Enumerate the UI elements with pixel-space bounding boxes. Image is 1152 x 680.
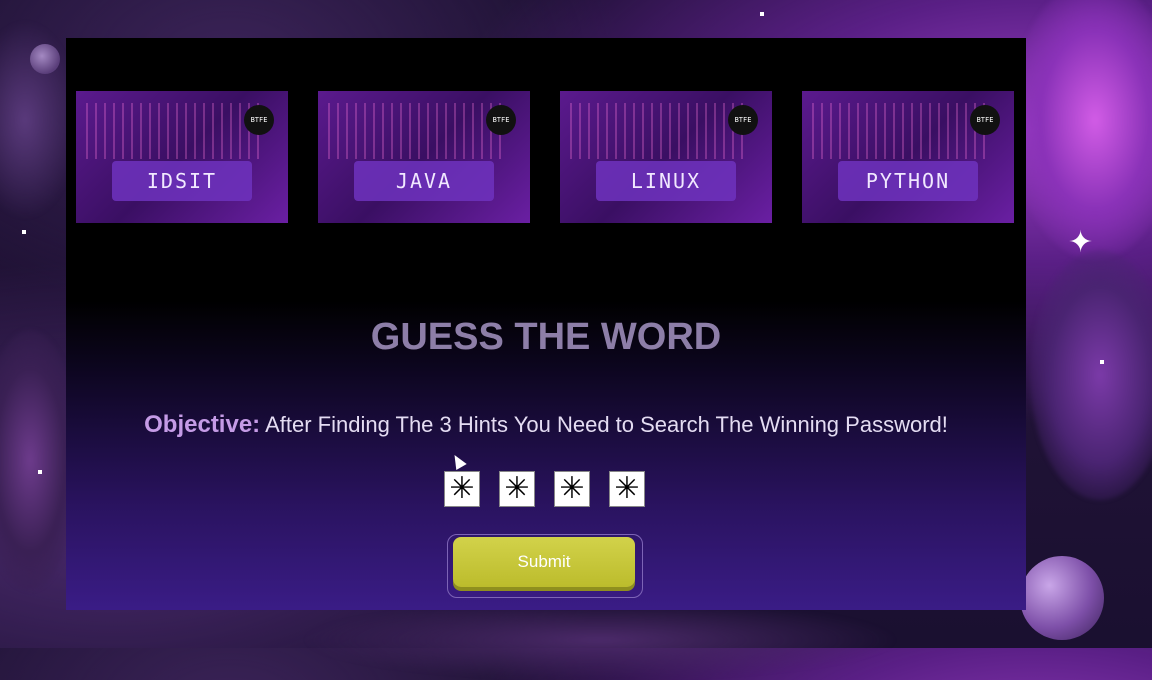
topic-card-label: PYTHON bbox=[838, 161, 978, 201]
password-char-box[interactable]: ✳ bbox=[609, 471, 645, 507]
game-panel: BTFE IDSIT BTFE JAVA BTFE LINUX BTFE PYT… bbox=[66, 38, 1026, 610]
nebula bbox=[1010, 0, 1152, 260]
objective-text: Objective: After Finding The 3 Hints You… bbox=[66, 411, 1026, 439]
star-icon bbox=[760, 12, 764, 16]
planet-icon bbox=[1020, 556, 1104, 640]
hacker-badge-icon: BTFE bbox=[486, 105, 516, 135]
mouse-cursor-icon bbox=[449, 451, 467, 471]
objective-description: After Finding The 3 Hints You Need to Se… bbox=[260, 412, 948, 437]
star-icon bbox=[22, 230, 26, 234]
topic-card-python[interactable]: BTFE PYTHON bbox=[802, 91, 1014, 223]
nebula bbox=[1030, 250, 1152, 500]
sparkle-icon: ✦ bbox=[1068, 226, 1094, 259]
password-boxes: ✳ ✳ ✳ ✳ bbox=[444, 471, 654, 507]
code-rain bbox=[570, 103, 750, 159]
hacker-badge-icon: BTFE bbox=[244, 105, 274, 135]
objective-key: Objective: bbox=[144, 411, 261, 438]
nebula bbox=[300, 600, 900, 680]
submit-button[interactable]: Submit bbox=[453, 537, 635, 587]
topic-card-label: IDSIT bbox=[112, 161, 252, 201]
hacker-badge-icon: BTFE bbox=[728, 105, 758, 135]
star-icon bbox=[1100, 360, 1104, 364]
topic-card-idsit[interactable]: BTFE IDSIT bbox=[76, 91, 288, 223]
code-rain bbox=[328, 103, 508, 159]
topic-card-java[interactable]: BTFE JAVA bbox=[318, 91, 530, 223]
topic-card-linux[interactable]: BTFE LINUX bbox=[560, 91, 772, 223]
topic-card-label: JAVA bbox=[354, 161, 494, 201]
star-icon bbox=[38, 470, 42, 474]
topic-card-label: LINUX bbox=[596, 161, 736, 201]
hacker-badge-icon: BTFE bbox=[970, 105, 1000, 135]
game-title: GUESS THE WORD bbox=[370, 316, 722, 358]
password-char-box[interactable]: ✳ bbox=[499, 471, 535, 507]
code-rain bbox=[812, 103, 992, 159]
planet-icon bbox=[30, 44, 60, 74]
submit-button-frame: Submit bbox=[447, 534, 643, 598]
code-rain bbox=[86, 103, 266, 159]
topic-cards: BTFE IDSIT BTFE JAVA BTFE LINUX BTFE PYT… bbox=[76, 91, 1016, 223]
password-char-box[interactable]: ✳ bbox=[554, 471, 590, 507]
password-char-box[interactable]: ✳ bbox=[444, 471, 480, 507]
